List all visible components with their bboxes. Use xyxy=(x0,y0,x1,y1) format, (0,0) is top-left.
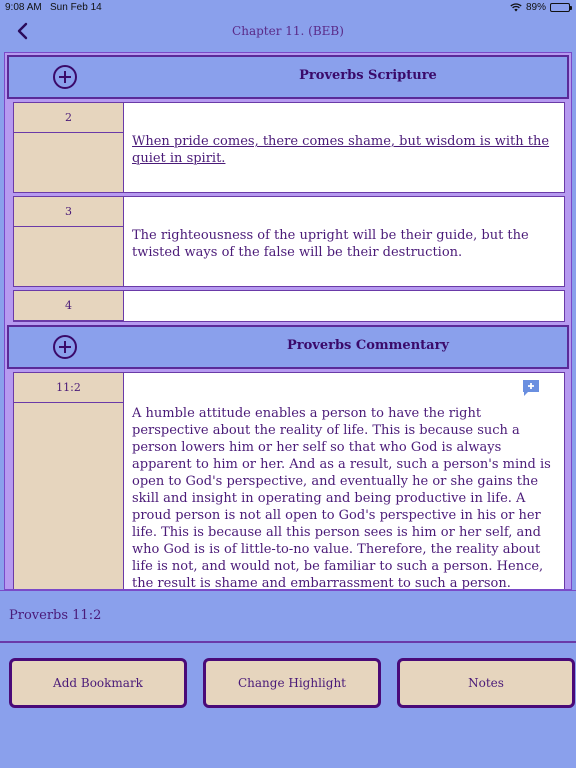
verse-text[interactable]: When pride comes, there comes shame, but… xyxy=(132,133,552,167)
bottom-panel: Proverbs 11:2 Add Bookmark Change Highli… xyxy=(0,590,576,768)
battery-percent: 89% xyxy=(525,2,546,13)
content-frame[interactable]: Proverbs Scripture 2 When pride comes, t… xyxy=(4,52,572,590)
divider xyxy=(0,641,576,643)
nav-title: Chapter 11. (BEB) xyxy=(232,24,344,38)
add-comment-icon[interactable] xyxy=(522,379,540,397)
verse-number: 2 xyxy=(14,103,123,133)
commentary-row[interactable]: 11:2 A humble attitude enables a person … xyxy=(13,372,565,590)
status-time: 9:08 AM xyxy=(5,2,42,13)
status-date: Sun Feb 14 xyxy=(50,2,102,13)
nav-bar: Chapter 11. (BEB) xyxy=(0,16,576,48)
current-reference: Proverbs 11:2 xyxy=(9,608,102,623)
add-scripture-plus-icon[interactable] xyxy=(53,65,77,89)
verse-number: 3 xyxy=(14,197,123,227)
verse-number-cell: 2 xyxy=(14,103,124,192)
scripture-header: Proverbs Scripture xyxy=(7,55,569,99)
commentary-text: A humble attitude enables a person to ha… xyxy=(132,406,551,590)
add-bookmark-button[interactable]: Add Bookmark xyxy=(9,658,187,708)
verse-row[interactable]: 2 When pride comes, there comes shame, b… xyxy=(13,102,565,193)
commentary-reference: 11:2 xyxy=(14,373,123,403)
commentary-header: Proverbs Commentary xyxy=(7,325,569,369)
battery-icon xyxy=(550,3,572,12)
notes-button[interactable]: Notes xyxy=(397,658,575,708)
commentary-reference-cell: 11:2 xyxy=(14,373,124,589)
verse-number-cell: 3 xyxy=(14,197,124,286)
status-right: 89% xyxy=(510,2,572,13)
verse-text[interactable]: The righteousness of the upright will be… xyxy=(132,227,552,261)
verse-number: 4 xyxy=(14,291,123,321)
verse-row[interactable]: 4 xyxy=(13,290,565,322)
status-bar: 9:08 AM Sun Feb 14 89% xyxy=(0,0,576,16)
verse-number-cell: 4 xyxy=(14,291,124,321)
commentary-title: Proverbs Commentary xyxy=(287,338,449,353)
verse-row[interactable]: 3 The righteousness of the upright will … xyxy=(13,196,565,287)
wifi-icon xyxy=(510,3,522,12)
scripture-title: Proverbs Scripture xyxy=(299,68,437,83)
add-commentary-plus-icon[interactable] xyxy=(53,335,77,359)
change-highlight-button[interactable]: Change Highlight xyxy=(203,658,381,708)
